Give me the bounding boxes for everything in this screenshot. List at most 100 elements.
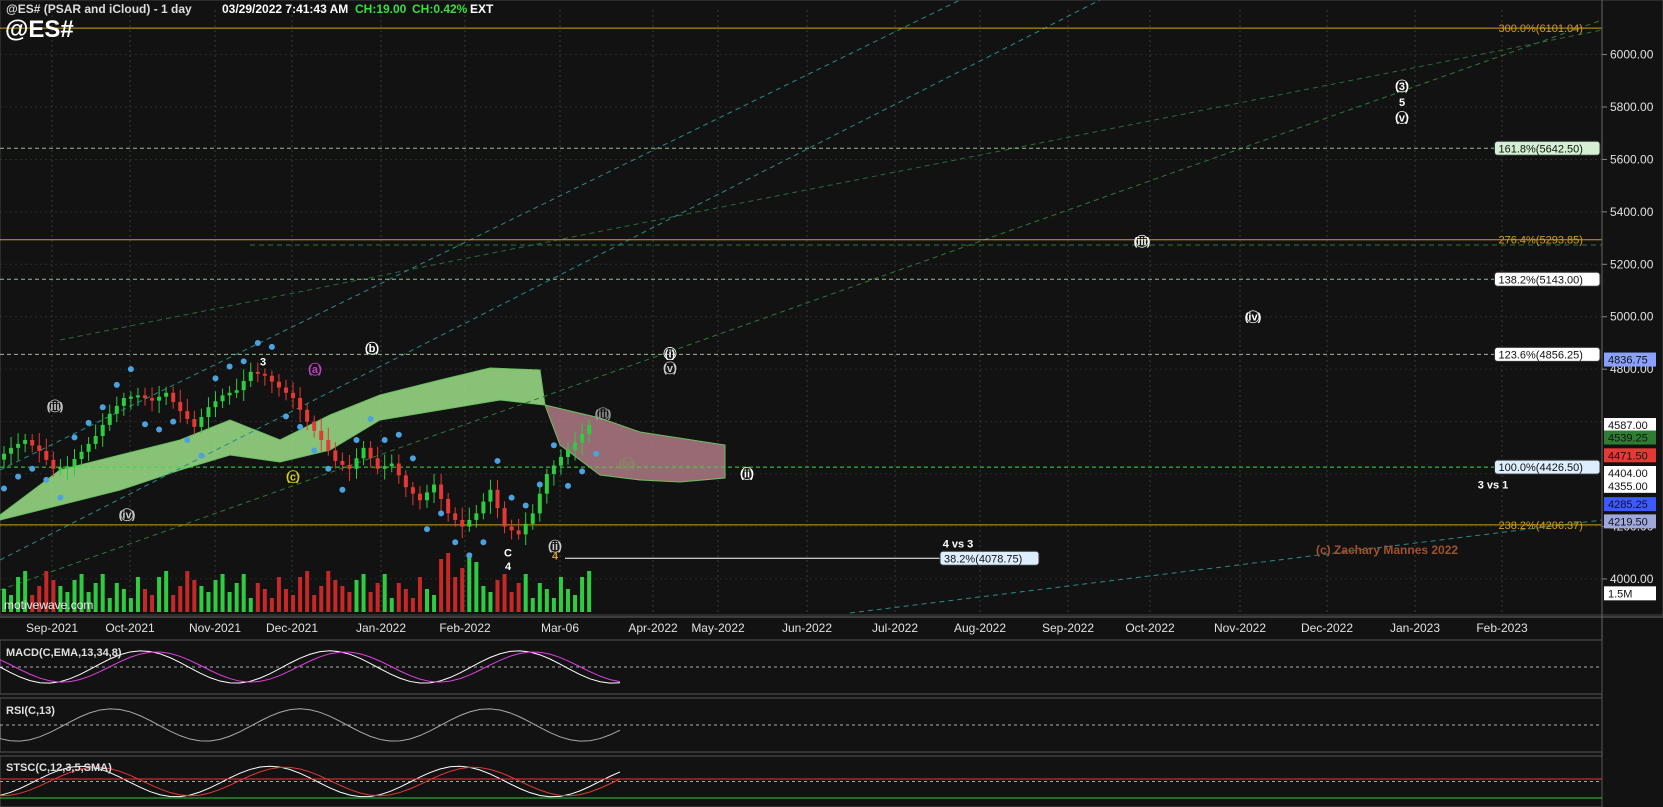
candle-body [558,457,563,466]
fib-label-3: 138.2%(5143.00) [1499,274,1583,286]
psar-dot [170,418,177,425]
candle-body [150,398,155,401]
candle-body [587,425,592,434]
candle-body [2,453,6,460]
volume-bar [580,577,585,612]
psar-dot [311,447,318,454]
x-tick-label-4: Jan-2022 [356,621,406,635]
candle-body [488,489,493,502]
candle-body [432,484,437,493]
fib-label-2: 276.4%(5293.85) [1499,235,1583,247]
annotation-1: 3 vs 1 [1478,480,1509,492]
volume-bar [227,592,232,612]
y-tick-label-9: 5800.00 [1610,100,1654,114]
volume-bar [312,595,317,612]
candle-body [368,447,373,459]
rsi-label: RSI(C,13) [6,705,55,717]
psar-dot [184,436,191,443]
volume-bar [114,583,119,612]
trend-lines [0,0,1603,614]
candle-body [347,464,352,469]
volume-bar [128,598,133,612]
candle-body [340,460,345,465]
volume-bar [410,598,415,612]
candle-body [114,405,119,414]
candle-body [509,526,514,531]
candle-body [305,409,310,422]
wave-label-14: 5 [1399,97,1405,109]
volume-bar [121,589,126,612]
volume-bar [587,571,592,612]
x-tick-label-7: Apr-2022 [628,621,678,635]
candle-body [65,466,70,469]
candle-body [446,498,451,514]
volume-bar [107,598,112,612]
y-tick-label-7: 5400.00 [1610,205,1654,219]
candle-body [382,466,387,469]
candle-body [481,501,486,514]
volume-bar [375,583,380,612]
candle-body [467,519,472,527]
candle-body [439,484,444,499]
psar-dot [550,442,557,449]
time-axis: Sep-2021 Oct-2021 Nov-2021 Dec-2021 Jan-2022… [0,616,1663,635]
candle-body [276,381,281,388]
price-badge-label-8: 1.5M [1608,588,1632,600]
candle-body [93,436,98,444]
volume-bar [135,577,140,612]
psar-dot [15,473,22,480]
psar-dot [127,366,134,373]
volume-bar [206,592,211,612]
change-points: CH:19.00 [355,2,407,16]
volume-bar [241,574,246,612]
price-badge-label-5: 4355.00 [1608,481,1648,493]
x-tick-label-2: Nov-2021 [189,621,241,635]
psar-dot [536,481,543,488]
x-tick-label-17: Feb-2023 [1476,621,1528,635]
ichimoku-cloud [0,367,726,521]
annotation-0: 4 vs 3 [943,539,974,551]
trend-line-2 [0,19,1603,591]
candle-body [530,513,535,524]
x-tick-label-3: Dec-2021 [266,621,318,635]
psar-dot [43,476,50,483]
psar-dot [593,450,600,457]
candle-body [206,407,211,418]
y-tick-label-6: 5200.00 [1610,257,1654,271]
wave-label-17: 4 [505,561,512,573]
volume-bar [262,589,267,612]
volume-bar [502,574,507,612]
wave-labels: 3(b)(a)(iii)(iv)(c)(i)(v)(iii)(iv)(ii)(i… [47,79,1509,573]
watermark: motivewave.com [4,598,94,612]
volume-bar [150,595,155,612]
candle-body [354,458,359,469]
fib-label-6: 238.2%(4206.37) [1499,520,1583,532]
psar-dot [297,423,304,430]
stsc-label: STSC(C,12,3,5,SMA) [6,762,112,774]
candle-body [199,417,204,427]
psar-dot [71,434,78,441]
candle-body [135,395,140,398]
cloud-green [0,367,546,521]
x-tick-label-12: Sep-2022 [1042,621,1094,635]
candle-body [319,430,324,440]
fib-label-0: 300.0%(6101.04) [1499,23,1583,35]
volume-bar [439,559,444,612]
candle-body [453,513,458,520]
candle-body [298,398,303,410]
candle-body [425,492,429,501]
candle-body [269,375,274,382]
psar-dot [494,457,501,464]
price-badge-label-0: 4836.75 [1608,355,1648,367]
volume-bar [417,577,422,612]
psar-dot [156,426,163,433]
y-tick-label-8: 5600.00 [1610,152,1654,166]
candle-body [474,513,479,520]
volume-bar [432,595,437,612]
psar-dot [142,421,148,428]
volume-bar [396,583,401,612]
candle-body [121,398,126,406]
volume-bar [544,589,549,612]
ext-badge: EXT [470,2,494,16]
x-tick-label-6: Mar-06 [541,621,579,635]
